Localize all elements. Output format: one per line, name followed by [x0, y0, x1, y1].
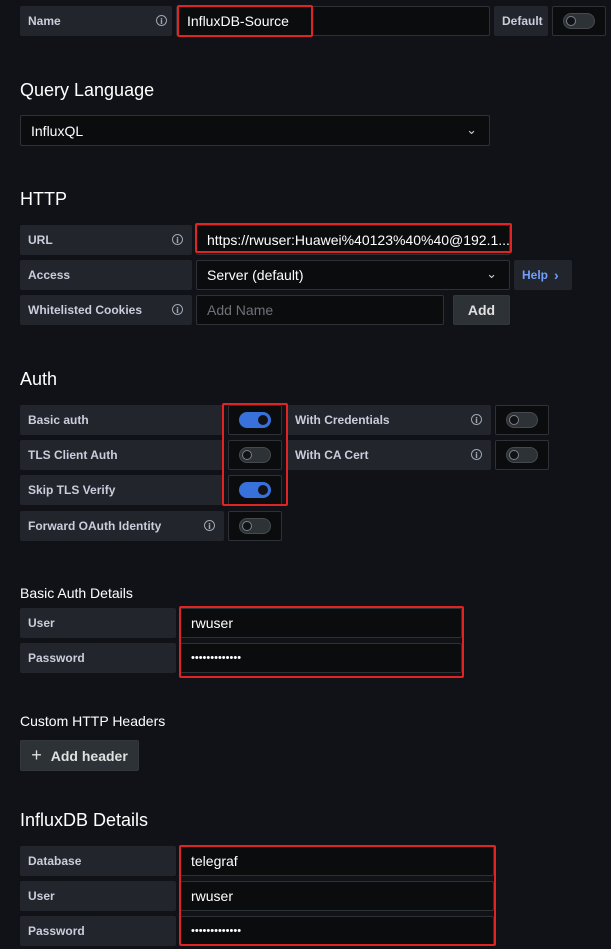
- database-value: telegraf: [191, 853, 238, 869]
- influx-password-label: Password: [20, 916, 176, 946]
- basic-password-input[interactable]: •••••••••••••: [180, 643, 462, 673]
- tls-client-auth-switch-box[interactable]: [228, 440, 282, 470]
- add-cookie-button[interactable]: Add: [453, 295, 510, 325]
- name-label: Name: [20, 6, 172, 36]
- access-label: Access: [20, 260, 192, 290]
- tls-client-auth-toggle-knob: [242, 450, 252, 460]
- cookies-label-text: Whitelisted Cookies: [28, 303, 143, 317]
- access-label-text: Access: [28, 268, 71, 282]
- skip-tls-toggle-knob: [258, 485, 268, 495]
- basic-user-label-text: User: [28, 616, 55, 630]
- with-credentials-toggle[interactable]: [506, 412, 538, 428]
- influx-user-label: User: [20, 881, 176, 911]
- influx-user-input[interactable]: rwuser: [180, 881, 494, 911]
- add-header-button[interactable]: + Add header: [20, 740, 139, 771]
- basic-auth-label: Basic auth: [20, 405, 224, 435]
- name-label-text: Name: [28, 14, 61, 28]
- default-toggle-knob: [566, 16, 576, 26]
- name-input[interactable]: InfluxDB-Source: [176, 6, 490, 36]
- skip-tls-toggle[interactable]: [239, 482, 271, 498]
- query-language-title: Query Language: [20, 80, 155, 100]
- forward-oauth-toggle-knob: [242, 521, 252, 531]
- chevron-right-icon: ›: [554, 267, 559, 283]
- http-title: HTTP: [20, 189, 67, 209]
- custom-headers-title: Custom HTTP Headers: [20, 713, 166, 729]
- basic-password-label-text: Password: [28, 651, 85, 665]
- basic-auth-label-text: Basic auth: [28, 413, 89, 427]
- name-input-value: InfluxDB-Source: [187, 13, 289, 29]
- basic-auth-toggle-knob: [258, 415, 268, 425]
- cookies-info-icon[interactable]: i: [172, 304, 183, 315]
- with-credentials-info-icon[interactable]: i: [471, 414, 482, 425]
- cookies-label: Whitelisted Cookies: [20, 295, 192, 325]
- forward-oauth-label-text: Forward OAuth Identity: [28, 519, 162, 533]
- auth-title: Auth: [20, 369, 58, 389]
- basic-auth-toggle[interactable]: [239, 412, 271, 428]
- query-language-select[interactable]: InfluxQL ⌄: [20, 115, 490, 146]
- add-cookie-label: Add: [467, 302, 496, 318]
- help-label: Help: [522, 268, 549, 282]
- tls-client-auth-toggle[interactable]: [239, 447, 271, 463]
- access-value: Server (default): [207, 267, 304, 283]
- forward-oauth-switch-box[interactable]: [228, 511, 282, 541]
- influx-user-value: rwuser: [191, 888, 234, 904]
- default-switch-box[interactable]: [552, 6, 606, 36]
- with-credentials-switch-box[interactable]: [495, 405, 549, 435]
- tls-client-auth-label: TLS Client Auth: [20, 440, 224, 470]
- database-label: Database: [20, 846, 176, 876]
- default-toggle[interactable]: [563, 13, 595, 29]
- chevron-down-icon: ⌄: [486, 266, 497, 281]
- basic-user-input[interactable]: rwuser: [180, 608, 462, 638]
- database-input[interactable]: telegraf: [180, 846, 494, 876]
- basic-auth-switch-box[interactable]: [228, 405, 282, 435]
- name-info-icon[interactable]: i: [156, 15, 167, 26]
- with-ca-cert-toggle-knob: [509, 450, 519, 460]
- skip-tls-label: Skip TLS Verify: [20, 475, 224, 505]
- influxdb-details-title: InfluxDB Details: [20, 810, 149, 830]
- plus-icon: +: [31, 745, 42, 765]
- with-ca-cert-toggle[interactable]: [506, 447, 538, 463]
- forward-oauth-toggle[interactable]: [239, 518, 271, 534]
- basic-user-value: rwuser: [191, 615, 234, 631]
- url-info-icon[interactable]: i: [172, 234, 183, 245]
- with-credentials-label: With Credentials: [287, 405, 491, 435]
- with-ca-cert-label: With CA Cert: [287, 440, 491, 470]
- url-label: URL: [20, 225, 192, 255]
- cookies-placeholder: Add Name: [207, 302, 274, 318]
- with-credentials-label-text: With Credentials: [295, 413, 390, 427]
- with-credentials-toggle-knob: [509, 415, 519, 425]
- query-language-value: InfluxQL: [31, 122, 84, 139]
- default-label-text: Default: [502, 14, 543, 28]
- help-button[interactable]: Help ›: [514, 260, 572, 290]
- with-ca-cert-label-text: With CA Cert: [295, 448, 369, 462]
- basic-password-label: Password: [20, 643, 176, 673]
- influx-password-value: •••••••••••••: [191, 925, 242, 937]
- tls-client-auth-label-text: TLS Client Auth: [28, 448, 118, 462]
- url-label-text: URL: [28, 233, 53, 247]
- chevron-down-icon: ⌄: [466, 122, 477, 137]
- basic-auth-details-title: Basic Auth Details: [20, 585, 133, 601]
- database-label-text: Database: [28, 854, 82, 868]
- url-input[interactable]: https://rwuser:Huawei%40123%40%40@192.1.…: [196, 225, 510, 255]
- url-input-value: https://rwuser:Huawei%40123%40%40@192.1.…: [207, 232, 510, 248]
- add-header-label: Add header: [50, 747, 128, 764]
- influx-password-input[interactable]: •••••••••••••: [180, 916, 494, 946]
- with-ca-cert-info-icon[interactable]: i: [471, 449, 482, 460]
- forward-oauth-info-icon[interactable]: i: [204, 520, 215, 531]
- influx-password-label-text: Password: [28, 924, 85, 938]
- influx-user-label-text: User: [28, 889, 55, 903]
- skip-tls-switch-box[interactable]: [228, 475, 282, 505]
- basic-user-label: User: [20, 608, 176, 638]
- cookies-input[interactable]: Add Name: [196, 295, 444, 325]
- basic-password-value: •••••••••••••: [191, 652, 242, 664]
- with-ca-cert-switch-box[interactable]: [495, 440, 549, 470]
- skip-tls-label-text: Skip TLS Verify: [28, 483, 116, 497]
- access-select[interactable]: Server (default) ⌄: [196, 260, 510, 290]
- forward-oauth-label: Forward OAuth Identity: [20, 511, 224, 541]
- default-label: Default: [494, 6, 548, 36]
